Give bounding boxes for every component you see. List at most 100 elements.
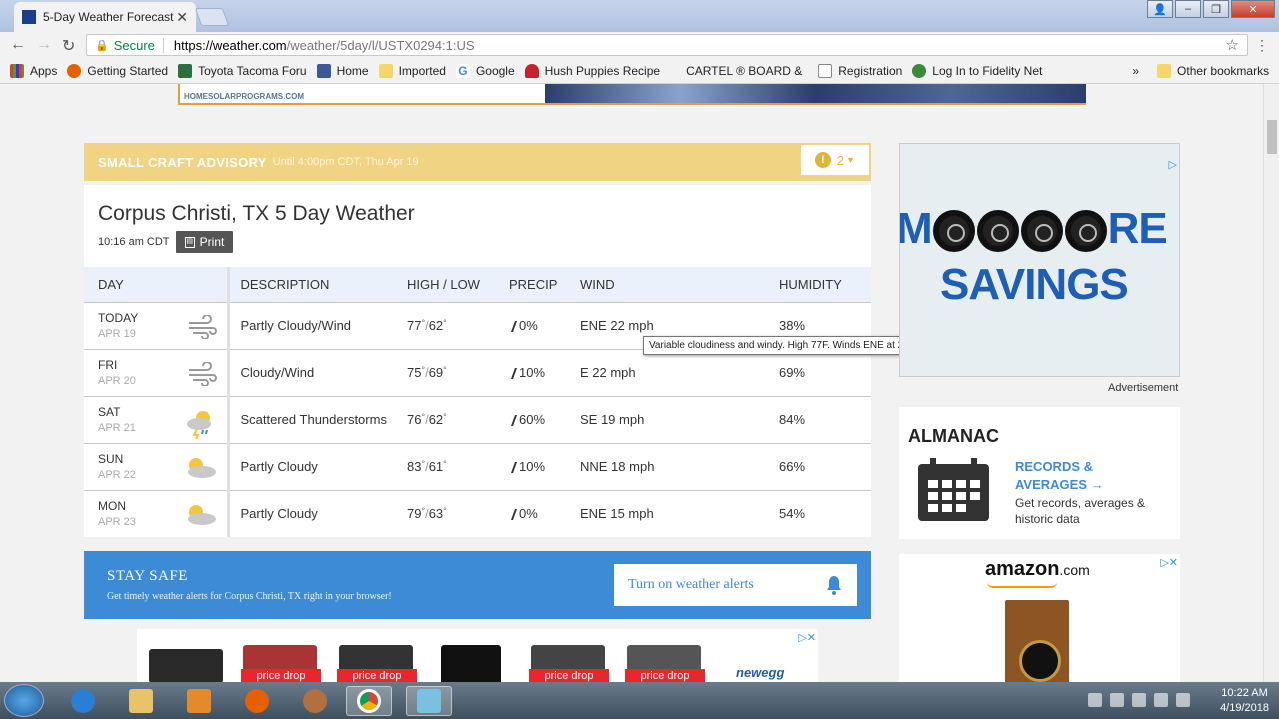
ad-product-cpu[interactable] xyxy=(427,639,515,682)
print-button[interactable]: ▤ Print xyxy=(176,231,233,253)
high-low-cell: 76°/62° xyxy=(407,396,509,443)
header-high-low[interactable]: HIGH / LOW xyxy=(407,267,509,302)
power-icon[interactable] xyxy=(1154,693,1168,707)
precip-value: 10% xyxy=(519,365,546,380)
day-cell: FRI APR 20 xyxy=(84,349,230,396)
degree-symbol: ° xyxy=(443,459,447,469)
records-averages-link[interactable]: RECORDS & AVERAGES → xyxy=(1015,458,1115,494)
folder-icon xyxy=(378,63,393,78)
header-wind[interactable]: WIND xyxy=(580,267,779,302)
bookmark-imported[interactable]: Imported xyxy=(378,63,446,78)
newegg-logo[interactable]: newegg xyxy=(722,639,810,682)
partly-cloudy-icon xyxy=(183,503,217,530)
other-bookmarks[interactable]: Other bookmarks xyxy=(1157,63,1270,78)
amazon-ad[interactable]: amazon.com ▷✕ xyxy=(899,554,1180,682)
description-cell: Partly Cloudy/Wind xyxy=(240,318,352,333)
bookmark-fidelity[interactable]: Log In to Fidelity Net xyxy=(912,63,1043,78)
page-scrollbar[interactable] xyxy=(1263,84,1279,682)
tire-savings-ad[interactable]: M RE SAVINGS ▷ xyxy=(899,143,1180,377)
maximize-button[interactable]: ❐ xyxy=(1203,0,1229,18)
ad-product[interactable]: price drop xyxy=(523,639,611,682)
low-temp: 62 xyxy=(428,318,444,333)
action-center-icon[interactable] xyxy=(1132,693,1146,707)
header-day[interactable]: DAY xyxy=(84,267,230,302)
adchoices-icon[interactable]: ▷ xyxy=(1169,158,1177,171)
advisory-title: SMALL CRAFT ADVISORY xyxy=(98,154,267,170)
speaker-image xyxy=(1005,600,1069,682)
table-row[interactable]: MON APR 23 Partly Cloudy 79°/63° 0% ENE 15 mp… xyxy=(84,490,871,537)
advisory-banner[interactable]: SMALL CRAFT ADVISORY Until 4:00pm CDT, T… xyxy=(84,143,871,181)
bookmarks-overflow[interactable]: » xyxy=(1132,64,1139,78)
menu-kebab-icon[interactable]: ⋮ xyxy=(1255,37,1269,54)
taskbar-explorer[interactable] xyxy=(118,686,164,716)
header-humidity[interactable]: HUMIDITY xyxy=(779,267,871,302)
table-row[interactable]: FRI APR 20 Cloudy/Wind 75°/69° 10% E 22 mph 69… xyxy=(84,349,871,396)
bookmark-toyota[interactable]: Toyota Tacoma Foru xyxy=(178,63,307,78)
ad-product[interactable]: price drop xyxy=(235,639,323,682)
secure-label: Secure xyxy=(114,37,164,53)
apps-grid-icon xyxy=(10,63,24,78)
amazon-logo: amazon.com xyxy=(985,558,1090,581)
forward-arrow-icon[interactable]: → xyxy=(36,36,52,54)
bookmark-label: Other bookmarks xyxy=(1177,63,1270,78)
description-cell: Partly Cloudy xyxy=(240,506,318,522)
tire-icon xyxy=(932,210,975,253)
minimize-button[interactable]: – xyxy=(1175,0,1201,18)
scroll-thumb[interactable] xyxy=(1267,120,1277,154)
volume-icon[interactable] xyxy=(1176,693,1190,707)
flag-icon[interactable] xyxy=(1088,693,1102,707)
taskbar-chrome[interactable] xyxy=(346,686,392,716)
taskbar-window[interactable] xyxy=(406,686,452,716)
ad-product[interactable]: price drop xyxy=(331,639,419,682)
address-bar[interactable]: 🔒 Secure https://weather.com /weather/5d… xyxy=(86,34,1248,56)
header-description[interactable]: DESCRIPTION xyxy=(228,267,407,302)
browser-tab[interactable]: 5-Day Weather Forecast ✕ xyxy=(14,2,196,32)
back-arrow-icon[interactable]: ← xyxy=(10,36,26,54)
high-temp: 77 xyxy=(407,318,422,333)
high-low-cell: 83°/61° xyxy=(407,443,509,490)
network-icon[interactable] xyxy=(1110,693,1124,707)
header-precip[interactable]: PRECIP xyxy=(509,267,580,302)
ad-product-router[interactable] xyxy=(141,639,229,682)
adchoices-icon[interactable]: ▷✕ xyxy=(1160,556,1178,569)
table-row[interactable]: SUN APR 22 Partly Cloudy 83°/61° 10% NNE 18 m… xyxy=(84,443,871,490)
taskbar-app[interactable] xyxy=(292,686,338,716)
bookmark-getting-started[interactable]: Getting Started xyxy=(67,63,168,78)
window-icon xyxy=(417,689,441,713)
taskbar-firefox[interactable] xyxy=(234,686,280,716)
fidelity-icon xyxy=(912,63,927,78)
wind-cell: ENE 15 mph xyxy=(580,506,654,522)
site-icon xyxy=(178,63,193,78)
weather-alerts-button[interactable]: Turn on weather alerts xyxy=(614,564,857,606)
firefox-icon xyxy=(245,689,269,713)
close-tab-icon[interactable]: ✕ xyxy=(176,9,188,26)
degree-symbol: ° xyxy=(443,365,447,375)
newegg-label: newegg xyxy=(736,665,785,680)
taskbar-media[interactable] xyxy=(176,686,222,716)
advisory-count-button[interactable]: ! 2 ▼ xyxy=(801,145,869,175)
bookmark-google[interactable]: G Google xyxy=(455,63,515,78)
adchoices-icon[interactable]: ▷✕ xyxy=(798,631,816,644)
top-banner-ad[interactable]: HOMESOLARPROGRAMS.COM xyxy=(178,84,1086,105)
bookmark-apps[interactable]: Apps xyxy=(10,63,57,78)
reload-icon[interactable]: ↻ xyxy=(62,36,75,56)
bookmark-label: Log In to Fidelity Net xyxy=(932,63,1043,78)
ad-product[interactable]: price drop xyxy=(619,639,707,682)
bookmarks-bar: Apps Getting Started Toyota Tacoma Foru … xyxy=(0,58,1279,84)
product-ads[interactable]: price drop price drop price drop price d… xyxy=(137,629,818,682)
precip-cell: 60% xyxy=(506,396,580,443)
bookmark-cartel[interactable]: CARTEL ® BOARD & xyxy=(686,64,802,78)
user-icon[interactable]: 👤 xyxy=(1147,0,1173,18)
new-tab-button[interactable] xyxy=(194,8,230,26)
bookmark-star-icon[interactable]: ☆ xyxy=(1226,36,1239,54)
bookmark-registration[interactable]: Registration xyxy=(818,63,902,78)
bookmark-home[interactable]: Home xyxy=(316,63,369,78)
precip-value: 0% xyxy=(519,318,538,333)
taskbar-ie[interactable] xyxy=(60,686,106,716)
table-row[interactable]: SAT APR 21 Scattered Thunderstorms 76°/62° 6… xyxy=(84,396,871,443)
close-window-button[interactable]: ✕ xyxy=(1231,0,1275,18)
clock[interactable]: 10:22 AM 4/19/2018 xyxy=(1220,686,1269,716)
table-header-row: DAY DESCRIPTION HIGH / LOW PRECIP WIND H… xyxy=(84,267,871,302)
start-button[interactable] xyxy=(4,684,44,717)
bookmark-hush-puppies[interactable]: Hush Puppies Recipe xyxy=(524,63,660,78)
